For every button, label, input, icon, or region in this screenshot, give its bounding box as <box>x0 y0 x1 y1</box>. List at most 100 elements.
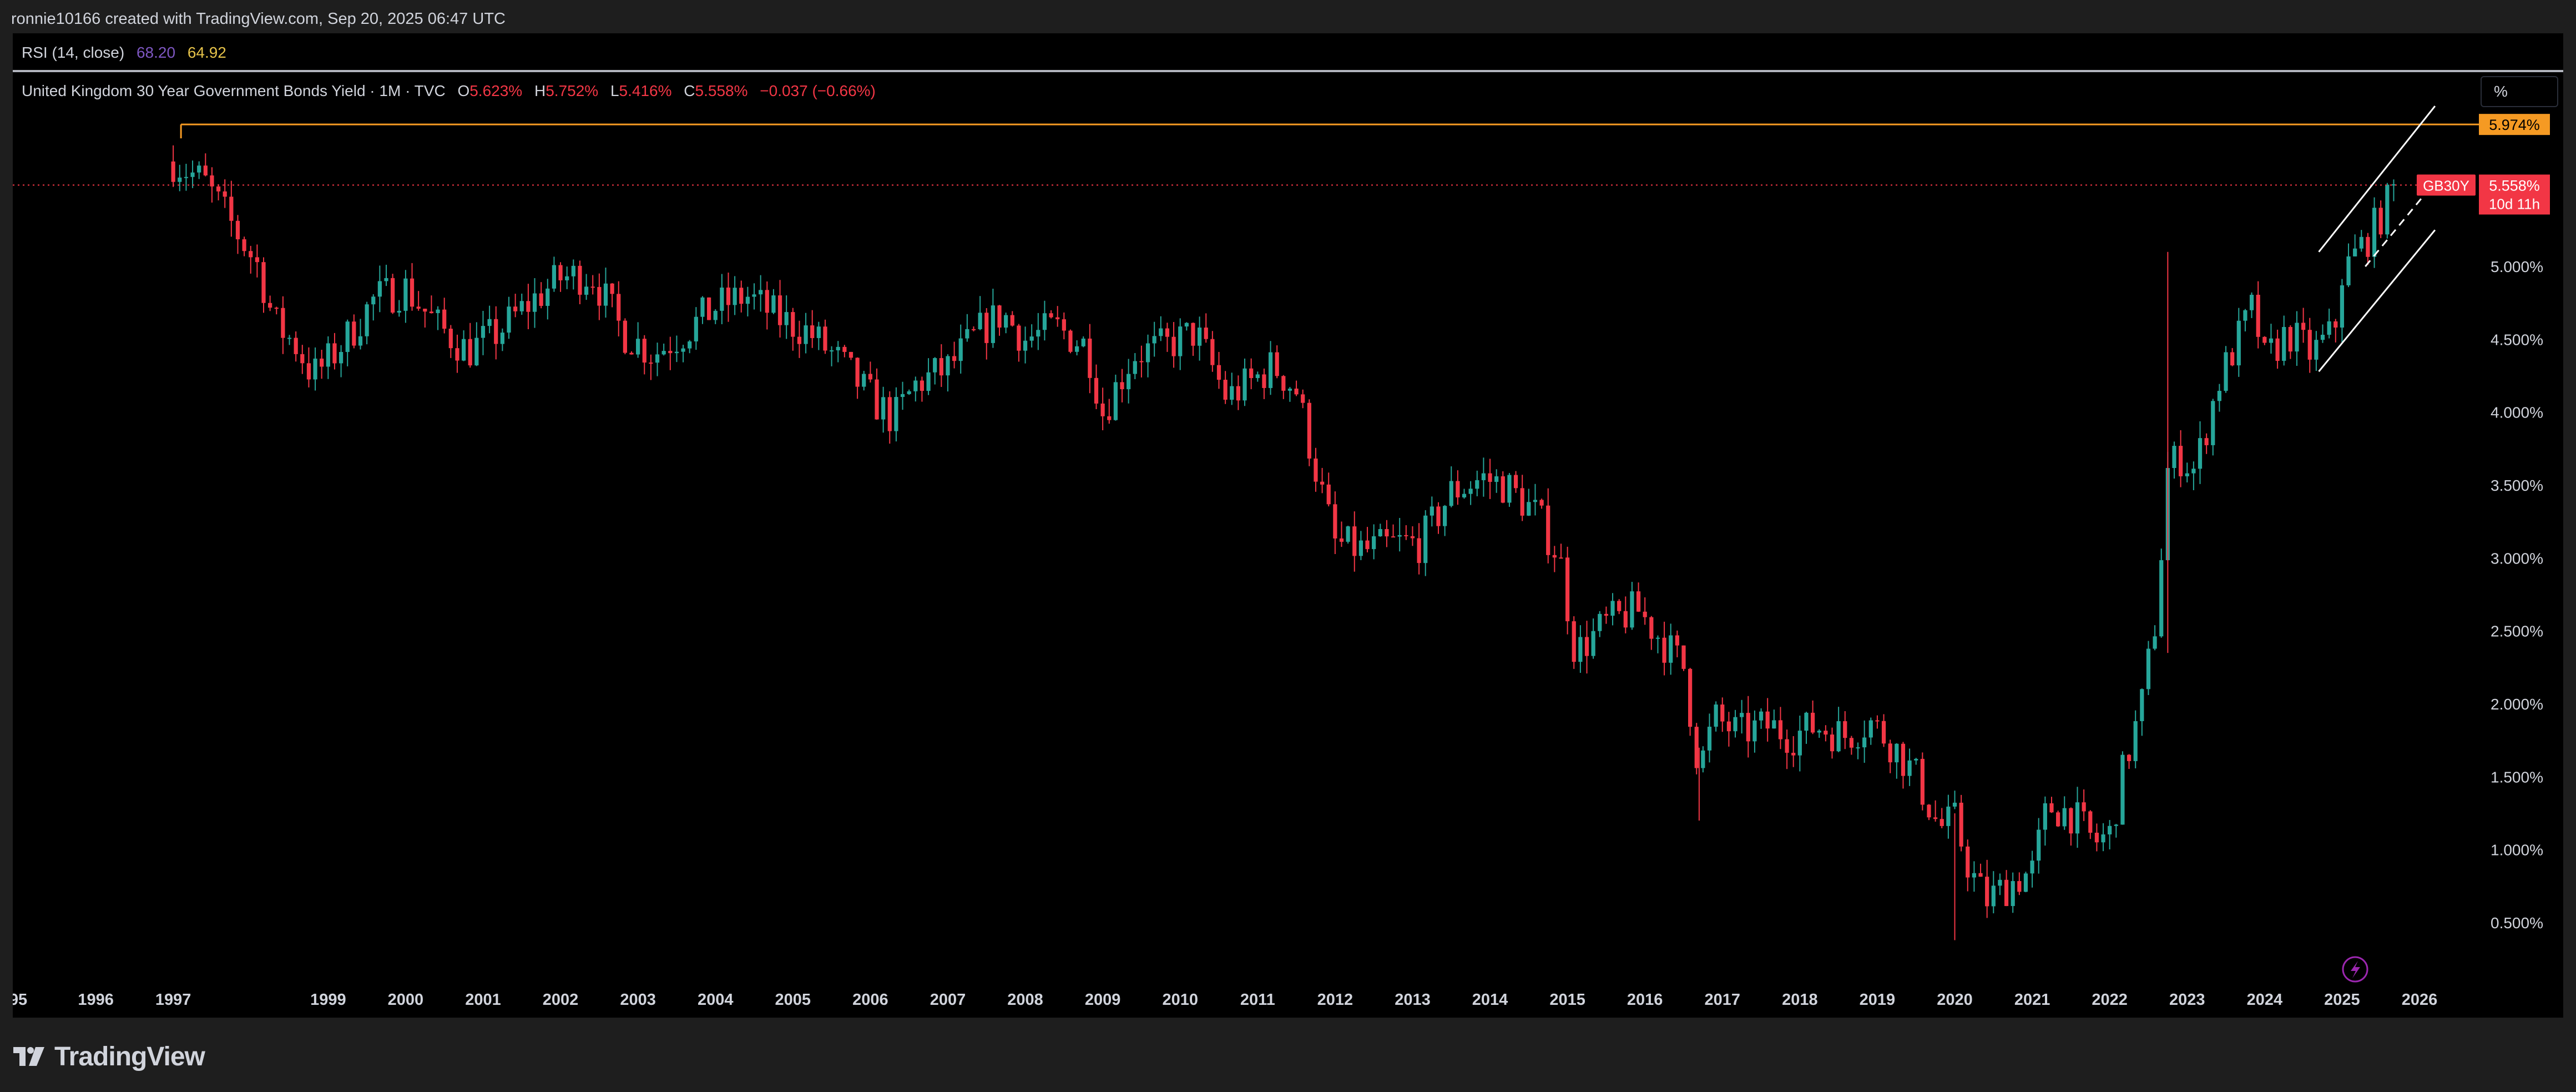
candle-body <box>610 283 614 294</box>
candle-body <box>558 265 563 280</box>
candle-body <box>939 358 943 376</box>
candle-body <box>894 397 898 431</box>
candle-body <box>759 290 763 295</box>
candle-body <box>1527 502 1531 516</box>
candle-body <box>287 338 292 339</box>
candle-body <box>1604 613 1609 616</box>
candle-body <box>1610 601 1615 616</box>
candle-body <box>1856 747 1860 749</box>
time-tick-label: 2017 <box>1705 991 1741 1009</box>
candle-body <box>2314 340 2319 360</box>
tradingview-logo[interactable]: TradingView <box>13 1040 205 1073</box>
price-tick-label: 3.000% <box>2491 550 2543 567</box>
percent-scale-button[interactable]: % <box>2481 76 2558 107</box>
candle-body <box>713 310 718 320</box>
candle-body <box>1804 712 1809 731</box>
time-tick-label: 2013 <box>1395 991 1431 1009</box>
candle-body <box>1617 601 1622 611</box>
chart-panel[interactable]: RSI (14, close) 68.20 64.92 United Kingd… <box>13 33 2563 1018</box>
candle-body <box>991 305 995 343</box>
candle-body <box>294 338 298 354</box>
candle-body <box>1107 416 1112 420</box>
candle-body <box>978 313 982 329</box>
time-tick-label: 2007 <box>930 991 966 1009</box>
bolt-icon[interactable] <box>2342 956 2368 983</box>
candle-body <box>1991 885 1996 907</box>
candle-body <box>1720 704 1725 722</box>
candle-body <box>565 276 569 280</box>
candle-body <box>862 374 866 387</box>
candle-body <box>1907 760 1912 776</box>
candle-body <box>816 326 821 338</box>
candle-body <box>1262 374 1266 388</box>
candle-body <box>629 353 634 355</box>
candle-body <box>2340 285 2345 328</box>
candle-body <box>1675 635 1679 646</box>
time-tick-label: 95 <box>13 991 27 1009</box>
last-price-label: 5.558% <box>2489 177 2540 194</box>
candle-body <box>1843 721 1847 738</box>
candle-body <box>339 352 344 364</box>
candle-body <box>1849 738 1854 748</box>
candle-body <box>494 319 498 344</box>
candle-body <box>700 297 705 317</box>
candle-body <box>1578 637 1583 662</box>
candle-body <box>300 354 305 364</box>
candle-body <box>229 197 234 221</box>
candle-body <box>752 294 756 297</box>
price-chart[interactable]: 0.500% 1.000% 1.500% 2.000% 2.500% 3.000% 3.50… <box>13 33 2563 1018</box>
candle-body <box>623 320 627 353</box>
candle-body <box>1145 343 1150 363</box>
candle-body <box>797 336 802 344</box>
candle-body <box>513 306 518 311</box>
candle-body <box>1591 631 1595 656</box>
candle-body <box>965 329 969 339</box>
time-tick-label: 1999 <box>310 991 346 1009</box>
candle-body <box>1184 323 1189 327</box>
candle-body <box>1643 611 1647 617</box>
candle-body <box>2069 808 2073 834</box>
candle-body <box>410 278 415 307</box>
candle-body <box>597 286 602 306</box>
candle-body <box>500 333 504 344</box>
candle-body <box>1100 403 1105 416</box>
candle-body <box>823 326 827 351</box>
price-tick-label: 4.500% <box>2491 331 2543 348</box>
candle-body <box>655 354 660 363</box>
time-tick-label: 2010 <box>1162 991 1198 1009</box>
candle-body <box>952 356 957 361</box>
candle-body <box>688 341 692 349</box>
candle-body <box>507 306 511 333</box>
time-tick-label: 2021 <box>2014 991 2050 1009</box>
candle-body <box>842 346 847 352</box>
candle-body <box>1456 481 1460 497</box>
candle-body <box>203 165 208 175</box>
candle-body <box>1333 504 1337 539</box>
candlestick-series <box>171 145 2396 940</box>
candle-body <box>2179 446 2183 476</box>
chart-attribution: ronnie10166 created with TradingView.com… <box>0 0 2576 33</box>
candle-body <box>190 172 195 177</box>
candle-body <box>2114 824 2118 826</box>
candle-body <box>855 358 860 387</box>
candle-body <box>920 380 925 391</box>
candle-body <box>178 177 182 182</box>
time-tick-label: 2008 <box>1007 991 1043 1009</box>
candle-body <box>1636 591 1641 612</box>
candle-body <box>1055 317 1060 320</box>
candle-body <box>2120 754 2125 825</box>
candle-body <box>532 293 537 312</box>
candle-body <box>933 358 937 373</box>
candle-body <box>1817 731 1821 733</box>
candle-body <box>2101 834 2105 843</box>
candle-body <box>1811 712 1815 733</box>
candle-body <box>2094 832 2099 843</box>
candle-body <box>1281 376 1286 391</box>
candle-body <box>1443 506 1447 526</box>
candle-body <box>2159 560 2164 637</box>
candle-body <box>1559 557 1563 559</box>
candle-body <box>397 310 401 313</box>
candle-body <box>2056 812 2060 827</box>
time-tick-label: 2011 <box>1240 991 1275 1009</box>
price-tick-label: 2.500% <box>2491 623 2543 640</box>
